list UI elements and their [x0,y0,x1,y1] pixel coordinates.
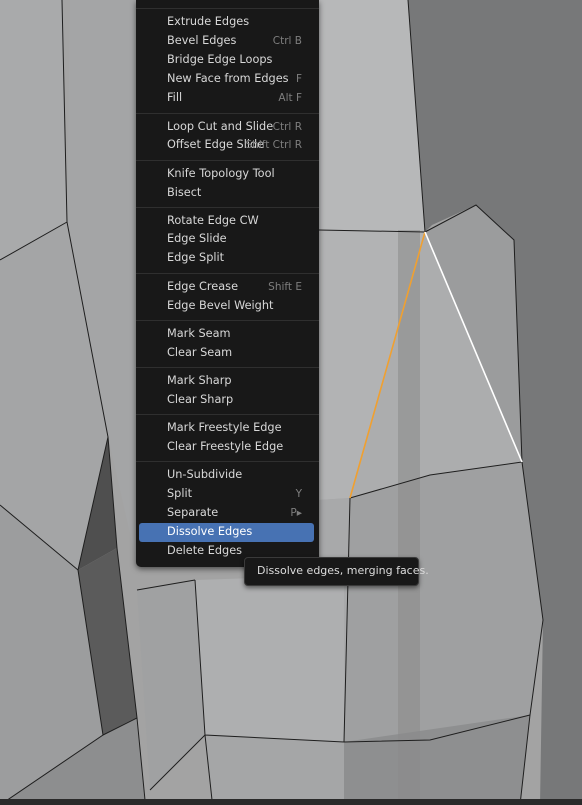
menu-item-label: Fill [167,91,183,104]
menu-item-label: Clear Freestyle Edge [167,440,284,453]
menu-item-shortcut: Alt F [278,92,302,104]
menu-item-shortcut: Shift Ctrl R [245,139,302,151]
menu-item-shortcut: Ctrl B [272,35,302,47]
menu-item-shortcut: Ctrl R [272,121,302,133]
menu-item-offset-edge-slide[interactable]: Offset Edge Slide Shift Ctrl R [139,136,314,155]
menu-separator [136,113,319,114]
menu-item-bisect[interactable]: Bisect [139,184,314,203]
menu-item-clear-seam[interactable]: Clear Seam [139,344,314,363]
menu-item-label: Delete Edges [167,544,243,557]
menu-item-mark-freestyle-edge[interactable]: Mark Freestyle Edge [139,419,314,438]
menu-item-label: Edge Crease [167,280,239,293]
bottom-border [0,799,582,805]
menu-item-edge-slide[interactable]: Edge Slide [139,230,314,249]
menu-item-edge-crease[interactable]: Edge Crease Shift E [139,278,314,297]
menu-item-mark-sharp[interactable]: Mark Sharp [139,372,314,391]
menu-item-bevel-edges[interactable]: Bevel Edges Ctrl B [139,32,314,51]
menu-item-edge-split[interactable]: Edge Split [139,249,314,268]
menu-item-label: Split [167,487,193,500]
menu-separator [136,461,319,462]
menu-item-split[interactable]: Split Y [139,485,314,504]
menu-item-label: Knife Topology Tool [167,167,275,180]
menu-item-label: Rotate Edge CW [167,214,259,227]
menu-separator [136,160,319,161]
menu-item-label: Clear Sharp [167,393,234,406]
menu-item-knife-topology-tool[interactable]: Knife Topology Tool [139,165,314,184]
menu-separator [136,320,319,321]
menu-item-dissolve-edges[interactable]: Dissolve Edges [139,523,314,542]
menu-item-label: Mark Freestyle Edge [167,421,282,434]
menu-item-new-face-from-edges[interactable]: New Face from Edges F [139,70,314,89]
menu-item-label: Edge Split [167,251,225,264]
menu-item-rotate-edge-cw[interactable]: Rotate Edge CW [139,212,314,231]
menu-item-label: Dissolve Edges [167,525,253,538]
menu-item-clear-sharp[interactable]: Clear Sharp [139,391,314,410]
menu-item-label: Bevel Edges [167,34,237,47]
menu-item-label: New Face from Edges [167,72,289,85]
menu-item-shortcut: Y [295,488,302,500]
menu-item-label: Mark Sharp [167,374,232,387]
tooltip-text: Dissolve edges, merging faces. [257,564,429,577]
menu-item-un-subdivide[interactable]: Un-Subdivide [139,466,314,485]
menu-item-mark-seam[interactable]: Mark Seam [139,325,314,344]
menu-separator [136,8,319,9]
menu-item-shortcut: F [295,73,302,85]
menu-item-extrude-edges[interactable]: Extrude Edges [139,13,314,32]
menu-item-label: Edge Slide [167,232,227,245]
menu-item-label: Edge Bevel Weight [167,299,274,312]
edge-context-menu: Extrude Edges Bevel Edges Ctrl B Bridge … [136,0,319,567]
menu-item-clear-freestyle-edge[interactable]: Clear Freestyle Edge [139,438,314,457]
menu-item-label: Separate [167,506,219,519]
menu-separator [136,273,319,274]
menu-separator [136,367,319,368]
menu-item-label: Loop Cut and Slide [167,120,274,133]
menu-item-loop-cut-and-slide[interactable]: Loop Cut and Slide Ctrl R [139,118,314,137]
menu-item-shortcut: Shift E [268,281,302,293]
menu-item-label: Extrude Edges [167,15,250,28]
menu-item-bridge-edge-loops[interactable]: Bridge Edge Loops [139,51,314,70]
menu-item-label: Bisect [167,186,202,199]
menu-item-edge-bevel-weight[interactable]: Edge Bevel Weight [139,297,314,316]
menu-separator [136,414,319,415]
menu-item-label: Mark Seam [167,327,231,340]
menu-item-label: Un-Subdivide [167,468,243,481]
menu-item-label: Clear Seam [167,346,233,359]
menu-item-label: Bridge Edge Loops [167,53,273,66]
menu-separator [136,207,319,208]
tooltip: Dissolve edges, merging faces. [244,557,429,586]
menu-item-fill[interactable]: Fill Alt F [139,89,314,108]
menu-item-separate[interactable]: Separate P▸ [139,504,314,523]
submenu-arrow-icon: P▸ [290,507,302,519]
